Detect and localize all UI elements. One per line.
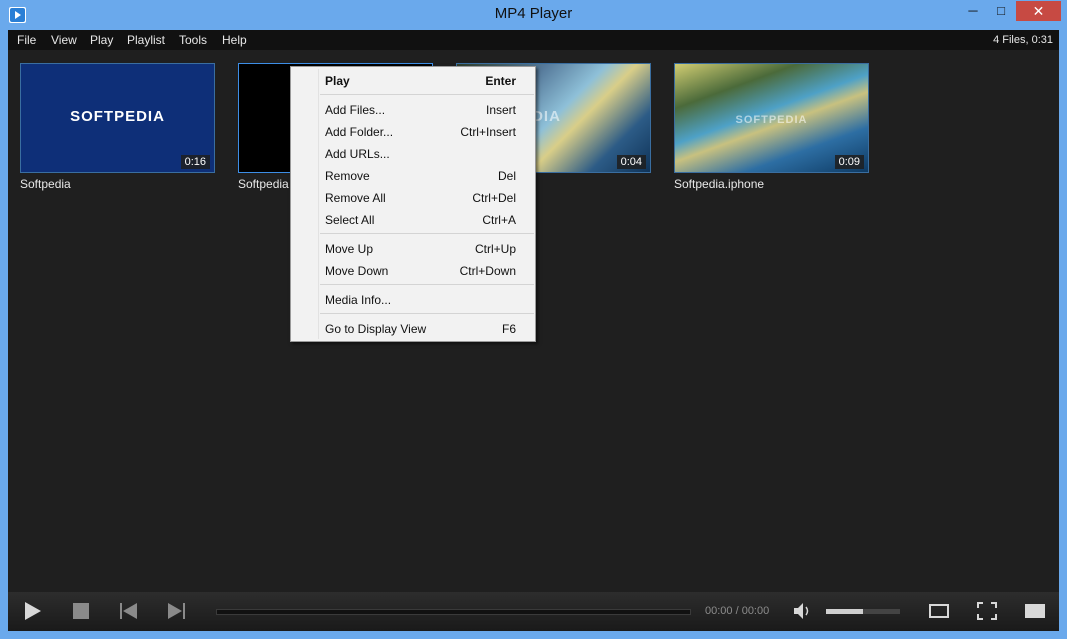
item-label: Softpedia.iphone — [674, 177, 765, 191]
seek-bar[interactable] — [216, 609, 691, 615]
menu-item-shortcut: Ctrl+Insert — [460, 125, 516, 139]
playlist-item[interactable]: SOFTPEDIA 0:09 Softpedia.iphone — [674, 63, 869, 191]
menu-item-remove-all[interactable]: Remove All Ctrl+Del — [320, 187, 534, 207]
context-menu-gutter — [318, 69, 319, 339]
duration-badge: 0:09 — [834, 155, 864, 169]
volume-icon[interactable] — [792, 601, 814, 621]
menu-item-remove[interactable]: Remove Del — [320, 165, 534, 185]
menu-tools[interactable]: Tools — [179, 33, 207, 47]
menu-item-label: Remove All — [325, 191, 386, 205]
duration-badge: 0:04 — [616, 155, 646, 169]
menu-play[interactable]: Play — [90, 33, 113, 47]
menu-item-media-info[interactable]: Media Info... — [320, 289, 534, 309]
time-display: 00:00 / 00:00 — [705, 605, 770, 617]
menu-separator — [320, 233, 534, 234]
menu-bar: File View Play Playlist Tools Help 4 Fil… — [8, 30, 1059, 50]
menu-item-shortcut: F6 — [501, 322, 516, 336]
menu-playlist[interactable]: Playlist — [127, 33, 165, 47]
minimize-button[interactable]: ─ — [960, 1, 986, 21]
item-label: Softpedia — [20, 177, 71, 191]
menu-item-display-view[interactable]: Go to Display View F6 — [320, 318, 534, 338]
menu-separator — [320, 313, 534, 314]
menu-view[interactable]: View — [51, 33, 77, 47]
menu-item-label: Select All — [325, 213, 375, 227]
play-icon[interactable] — [22, 601, 44, 621]
video-thumbnail[interactable]: SOFTPEDIA 0:09 — [674, 63, 869, 173]
softpedia-logo: SOFTPEDIA — [70, 108, 165, 125]
menu-item-label: Add URLs... — [325, 147, 390, 161]
app-window: MP4 Player ─ □ ✕ File View Play Playlist… — [0, 0, 1067, 639]
volume-slider[interactable] — [826, 609, 900, 614]
file-count-status: 4 Files, 0:31 — [993, 34, 1053, 46]
playlist-toggle-icon[interactable] — [1024, 601, 1046, 621]
menu-item-label: Remove — [325, 169, 370, 183]
menu-help[interactable]: Help — [222, 33, 247, 47]
next-icon[interactable] — [165, 601, 187, 621]
menu-item-shortcut: Enter — [485, 74, 516, 88]
menu-item-label: Play — [325, 74, 350, 88]
menu-item-label: Add Files... — [325, 103, 386, 117]
title-bar[interactable]: MP4 Player ─ □ ✕ — [0, 0, 1067, 30]
maximize-button[interactable]: □ — [988, 1, 1014, 21]
menu-separator — [320, 284, 534, 285]
menu-item-shortcut: Insert — [485, 103, 516, 117]
menu-item-label: Media Info... — [325, 293, 392, 307]
stop-icon[interactable] — [70, 601, 92, 621]
menu-item-move-down[interactable]: Move Down Ctrl+Down — [320, 260, 534, 280]
menu-item-shortcut: Ctrl+A — [482, 213, 516, 227]
close-button[interactable]: ✕ — [1016, 1, 1061, 21]
menu-item-label: Add Folder... — [325, 125, 394, 139]
menu-item-shortcut: Ctrl+Down — [459, 264, 516, 278]
volume-level — [826, 609, 863, 614]
menu-item-label: Go to Display View — [325, 322, 427, 336]
menu-item-move-up[interactable]: Move Up Ctrl+Up — [320, 238, 534, 258]
context-menu: Play Enter Add Files... Insert Add Folder.… — [290, 66, 536, 342]
menu-item-add-folder[interactable]: Add Folder... Ctrl+Insert — [320, 121, 534, 141]
menu-item-shortcut: Del — [497, 169, 516, 183]
menu-file[interactable]: File — [17, 33, 36, 47]
menu-item-label: Move Up — [325, 242, 374, 256]
menu-separator — [320, 94, 534, 95]
menu-item-label: Move Down — [325, 264, 389, 278]
window-title: MP4 Player — [494, 5, 573, 22]
fullscreen-icon[interactable] — [976, 601, 998, 621]
playlist-item[interactable]: SOFTPEDIA 0:16 Softpedia — [20, 63, 215, 191]
duration-badge: 0:16 — [180, 155, 210, 169]
menu-item-add-files[interactable]: Add Files... Insert — [320, 99, 534, 119]
control-bar: 00:00 / 00:00 — [8, 592, 1059, 631]
window-mode-icon[interactable] — [928, 601, 950, 621]
menu-item-add-urls[interactable]: Add URLs... — [320, 143, 534, 163]
menu-item-select-all[interactable]: Select All Ctrl+A — [320, 209, 534, 229]
softpedia-watermark: SOFTPEDIA — [735, 114, 808, 126]
previous-icon[interactable] — [118, 601, 140, 621]
menu-item-shortcut: Ctrl+Up — [474, 242, 516, 256]
menu-item-play[interactable]: Play Enter — [320, 70, 534, 90]
video-thumbnail[interactable]: SOFTPEDIA 0:16 — [20, 63, 215, 173]
menu-item-shortcut: Ctrl+Del — [472, 191, 516, 205]
